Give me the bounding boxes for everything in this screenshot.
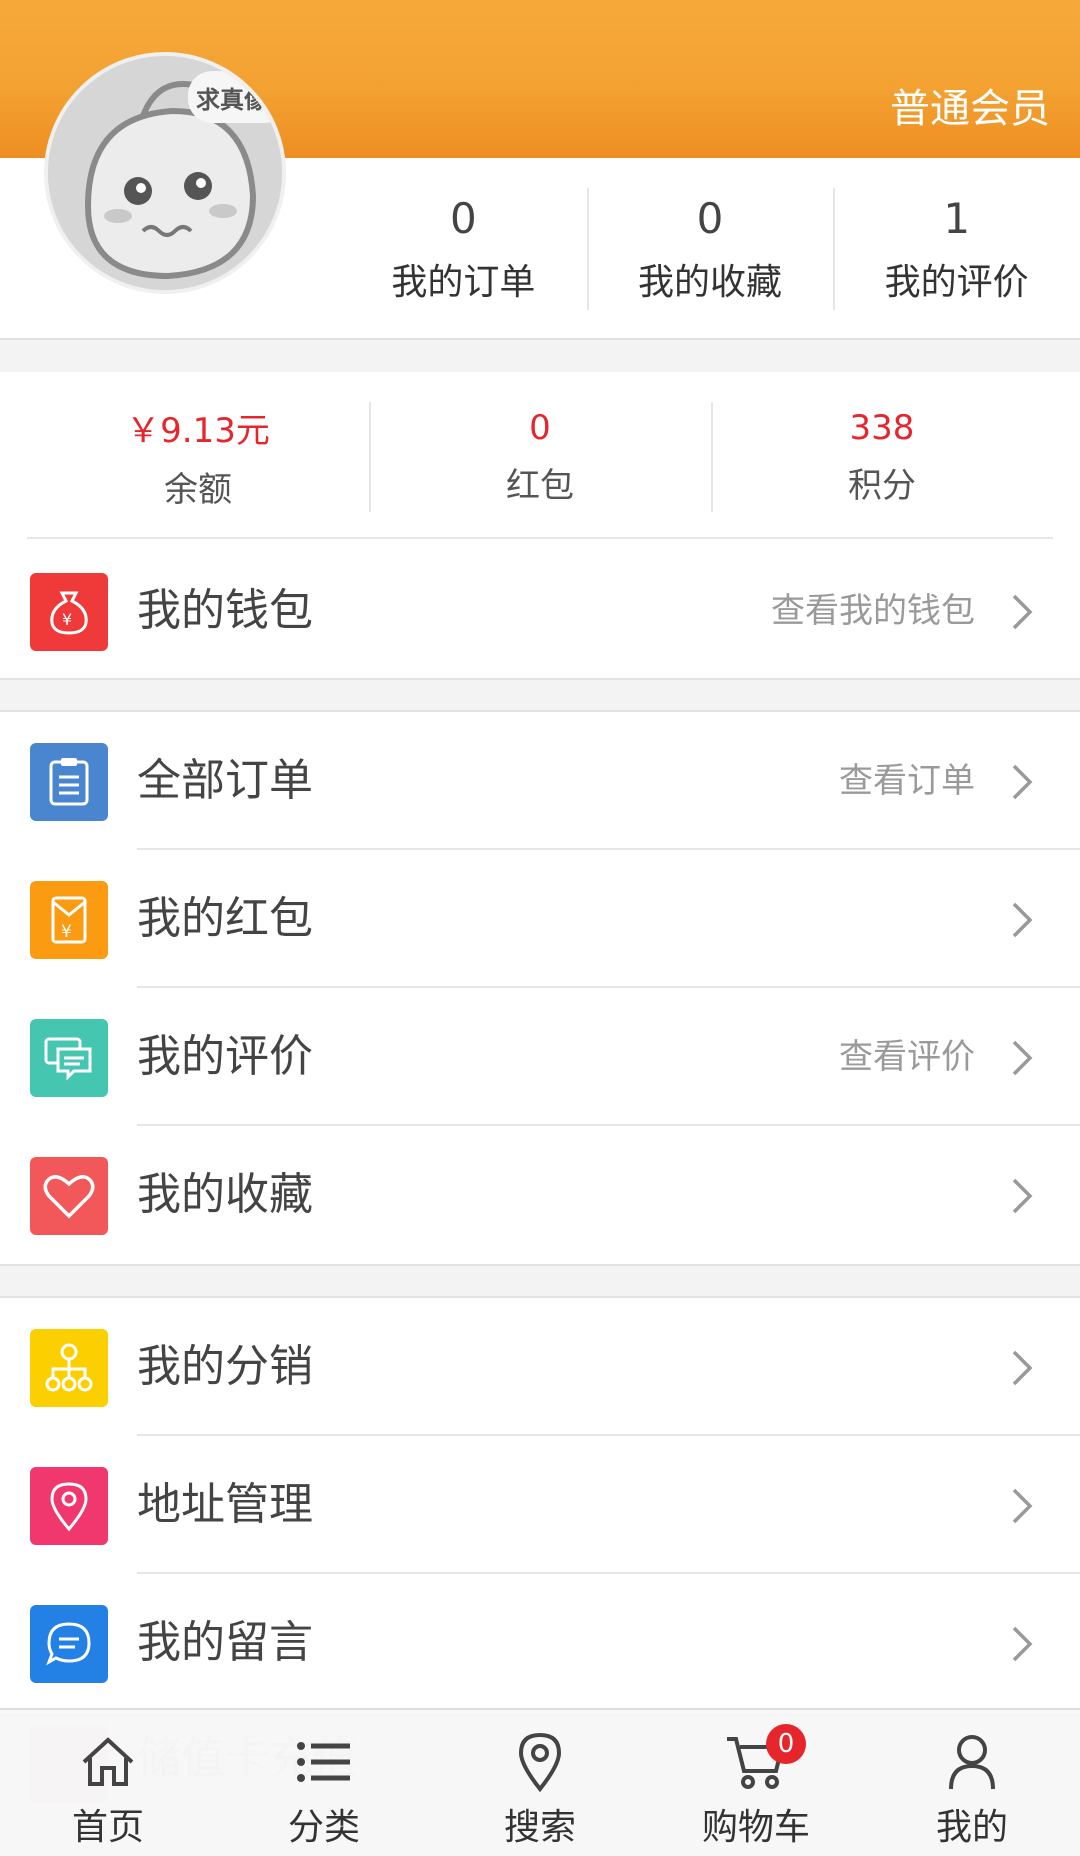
chevron-right-icon bbox=[1012, 1178, 1033, 1214]
menu-row-my-favorites[interactable]: 我的收藏 bbox=[0, 1126, 1080, 1264]
asset-balance[interactable]: ￥9.13元 余额 bbox=[27, 402, 369, 512]
red-envelope-icon: ¥ bbox=[30, 881, 108, 959]
stat-my-reviews[interactable]: 1 我的评价 bbox=[833, 158, 1080, 340]
stat-my-favorites[interactable]: 0 我的收藏 bbox=[586, 158, 834, 340]
tab-mine[interactable]: 我的 bbox=[864, 1710, 1080, 1856]
tab-home[interactable]: 首页 bbox=[0, 1710, 216, 1856]
asset-red-envelope[interactable]: 0 红包 bbox=[369, 402, 711, 512]
bottom-tab-bar: 首页 分类 搜索 0 购物车 我的 bbox=[0, 1708, 1080, 1856]
menu-row-title: 我的分销 bbox=[137, 1341, 313, 1392]
menu-row-title: 地址管理 bbox=[137, 1479, 313, 1530]
money-bag-icon: ¥ bbox=[30, 573, 108, 651]
distribution-icon bbox=[30, 1329, 108, 1407]
stat-label: 我的评价 bbox=[884, 261, 1029, 303]
chevron-right-icon bbox=[1012, 1040, 1033, 1076]
stat-count: 0 bbox=[696, 193, 724, 243]
list-icon bbox=[289, 1728, 359, 1796]
menu-row-all-orders[interactable]: 全部订单 查看订单 bbox=[0, 712, 1080, 850]
stat-my-orders[interactable]: 0 我的订单 bbox=[340, 158, 587, 340]
chevron-right-icon bbox=[1012, 1350, 1033, 1386]
comments-icon bbox=[30, 1019, 108, 1097]
chevron-right-icon bbox=[1012, 1626, 1033, 1662]
menu-row-address-management[interactable]: 地址管理 bbox=[0, 1436, 1080, 1574]
asset-value: 338 bbox=[849, 407, 915, 448]
asset-label: 红包 bbox=[506, 465, 574, 506]
tab-search[interactable]: 搜索 bbox=[432, 1710, 648, 1856]
chevron-right-icon bbox=[1012, 1488, 1033, 1524]
stat-label: 我的收藏 bbox=[638, 261, 783, 303]
menu-row-title: 我的评价 bbox=[137, 1031, 313, 1082]
more-section: 我的分销 地址管理 我的留言 bbox=[0, 1296, 1080, 1716]
menu-row-my-distribution[interactable]: 我的分销 bbox=[0, 1298, 1080, 1436]
home-icon bbox=[73, 1728, 143, 1796]
menu-row-title: 我的红包 bbox=[137, 893, 313, 944]
tab-label: 首页 bbox=[71, 1807, 144, 1848]
menu-row-hint: 查看订单 bbox=[839, 761, 975, 801]
orders-section: 全部订单 查看订单 ¥ 我的红包 我的评价 查看评价 我的收藏 bbox=[0, 710, 1080, 1266]
message-icon bbox=[30, 1605, 108, 1683]
asset-value: 0 bbox=[529, 407, 551, 448]
menu-row-title: 我的收藏 bbox=[137, 1169, 313, 1220]
menu-row-title: 我的钱包 bbox=[137, 585, 313, 636]
asset-value: ￥9.13元 bbox=[126, 411, 270, 451]
cart-badge: 0 bbox=[766, 1724, 806, 1764]
stat-count: 0 bbox=[449, 193, 477, 243]
chevron-right-icon bbox=[1012, 764, 1033, 800]
divider bbox=[27, 537, 1053, 539]
stat-label: 我的订单 bbox=[391, 261, 536, 303]
chevron-right-icon bbox=[1012, 902, 1033, 938]
tab-cart[interactable]: 0 购物车 bbox=[648, 1710, 864, 1856]
tab-label: 我的 bbox=[935, 1807, 1008, 1848]
avatar-cartoon-icon: 求真像 bbox=[48, 56, 282, 290]
asset-points[interactable]: 338 积分 bbox=[711, 402, 1053, 512]
menu-row-my-reviews[interactable]: 我的评价 查看评价 bbox=[0, 988, 1080, 1126]
svg-text:¥: ¥ bbox=[61, 922, 72, 942]
avatar[interactable]: 求真像 bbox=[44, 52, 286, 294]
asset-label: 余额 bbox=[164, 470, 232, 510]
tab-label: 购物车 bbox=[701, 1807, 810, 1848]
menu-row-title: 我的留言 bbox=[137, 1617, 313, 1668]
svg-text:¥: ¥ bbox=[62, 610, 72, 629]
stat-count: 1 bbox=[943, 193, 971, 243]
menu-row-my-red-envelopes[interactable]: ¥ 我的红包 bbox=[0, 850, 1080, 988]
tab-label: 搜索 bbox=[503, 1807, 576, 1848]
tab-label: 分类 bbox=[287, 1807, 360, 1848]
clipboard-icon bbox=[30, 743, 108, 821]
menu-row-hint: 查看我的钱包 bbox=[771, 591, 975, 631]
asset-label: 积分 bbox=[848, 465, 916, 506]
menu-row-my-messages[interactable]: 我的留言 bbox=[0, 1574, 1080, 1712]
menu-row-hint: 查看评价 bbox=[839, 1037, 975, 1077]
member-level: 普通会员 bbox=[890, 86, 1050, 132]
user-icon bbox=[937, 1728, 1007, 1796]
menu-row-my-wallet[interactable]: ¥ 我的钱包 查看我的钱包 bbox=[0, 542, 1080, 680]
wallet-section: ￥9.13元 余额 0 红包 338 积分 ¥ 我的钱包 查看我的钱包 bbox=[0, 372, 1080, 680]
tab-category[interactable]: 分类 bbox=[216, 1710, 432, 1856]
heart-icon bbox=[30, 1157, 108, 1235]
location-pin-icon bbox=[30, 1467, 108, 1545]
menu-row-title: 全部订单 bbox=[137, 755, 313, 806]
chevron-right-icon bbox=[1012, 594, 1033, 630]
location-icon bbox=[505, 1728, 575, 1796]
